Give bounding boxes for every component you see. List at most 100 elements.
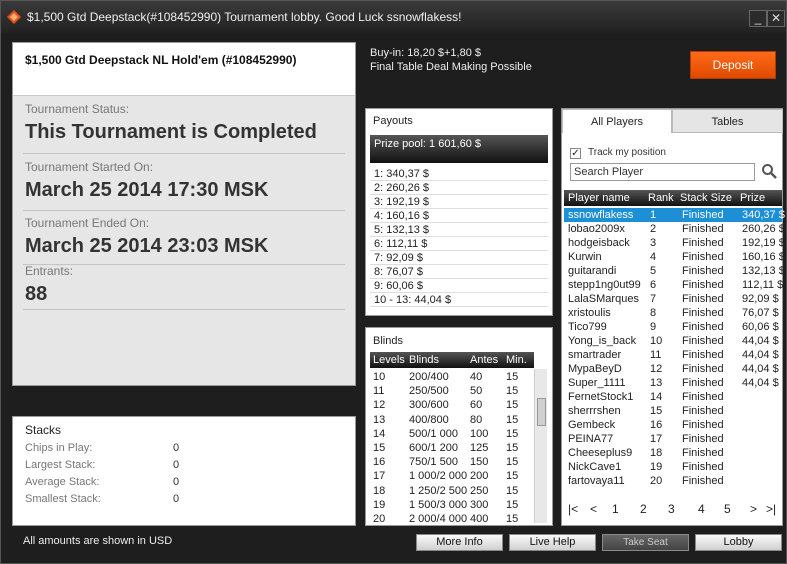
player-row[interactable]: MypaBeyD 12 Finished 44,04 $ [564,362,782,376]
min-cell: 15 [506,513,519,525]
col-rank[interactable]: Rank [648,190,674,206]
next-page-icon[interactable]: > [750,502,757,516]
blinds-cell: 400/800 [409,413,449,426]
player-name-cell: fartovaya11 [568,475,625,487]
player-row[interactable]: Kurwin 4 Finished 160,16 $ [564,250,785,264]
antes-cell: 400 [470,513,489,525]
players-header: Player name Rank Stack Size Prize [564,190,782,206]
col-prize[interactable]: Prize [740,190,765,206]
min-cell: 15 [506,498,519,511]
col-min[interactable]: Min. [506,352,527,368]
stack-cell: Finished [682,363,724,375]
col-levels[interactable]: Levels [373,352,405,368]
rank-cell: 14 [650,391,663,403]
page-4[interactable]: 4 [698,502,705,516]
rank-cell: 5 [650,265,657,277]
min-cell: 15 [506,413,519,426]
blinds-cell: 200/400 [409,371,449,383]
min-cell: 15 [506,385,519,398]
level-cell: 16 [373,456,386,469]
player-row[interactable]: NickCave1 19 Finished [564,460,782,474]
take-seat-button[interactable]: Take Seat [602,534,689,551]
close-button[interactable]: ✕ [767,10,785,27]
prize-cell: 340,37 $ [742,209,785,221]
live-help-button[interactable]: Live Help [509,534,596,551]
search-icon[interactable] [761,163,777,179]
tournament-lobby-window: $1,500 Gtd Deepstack(#108452990) Tournam… [0,0,787,564]
scroll-thumb[interactable] [537,398,546,426]
col-blinds[interactable]: Blinds [409,352,439,368]
track-position-checkbox[interactable]: ✓ [570,148,581,159]
blinds-scrollbar[interactable] [534,369,547,523]
divider [23,153,345,154]
blinds-row: 16 750/1 500 150 15 [370,455,534,469]
prize-cell: 44,04 $ [742,335,779,347]
stack-cell: Finished [682,391,724,403]
player-row[interactable]: FernetStock1 14 Finished [564,390,782,404]
player-name-cell: PEINA77 [568,433,614,445]
level-cell: 10 [373,371,386,383]
player-row[interactable]: fartovaya11 20 Finished [564,474,782,488]
player-row[interactable]: guitarandi 5 Finished 132,13 $ [564,264,785,278]
last-page-icon[interactable]: >| [766,502,776,516]
lobby-button[interactable]: Lobby [695,534,782,551]
stack-cell: Finished [682,349,724,361]
minimize-button[interactable]: _ [749,10,767,27]
blinds-cell: 500/1 000 [409,427,458,440]
rank-cell: 4 [650,251,657,263]
stack-cell: Finished [682,447,724,459]
player-row[interactable]: Gembeck 16 Finished [564,418,782,432]
player-row[interactable]: PEINA77 17 Finished [564,432,782,446]
stack-cell: Finished [682,223,724,235]
tab-all-players[interactable]: All Players [562,109,672,133]
player-row[interactable]: Super_1111 13 Finished 44,04 $ [564,376,782,390]
player-row[interactable]: smartrader 11 Finished 44,04 $ [564,348,782,362]
player-name-cell: stepp1ng0ut99 [568,279,641,291]
player-row[interactable]: LalaSMarques 7 Finished 92,09 $ [564,292,782,306]
rank-cell: 9 [650,321,657,333]
col-antes[interactable]: Antes [470,352,498,368]
smallest-stack-value: 0 [173,493,180,505]
player-row[interactable]: ssnowflakess 1 Finished 340,37 $ [564,208,785,222]
level-cell: 19 [373,498,386,511]
player-row[interactable]: Tico799 9 Finished 60,06 $ [564,320,782,334]
deposit-button[interactable]: Deposit [690,51,776,79]
started-value: March 25 2014 17:30 MSK [25,179,269,201]
col-player-name[interactable]: Player name [568,190,630,206]
first-page-icon[interactable]: |< [568,502,578,516]
blinds-panel: Blinds Levels Blinds Antes Min. 10 200/40… [365,327,553,526]
pokerstars-logo-icon [7,10,21,24]
page-2[interactable]: 2 [640,502,647,516]
player-row[interactable]: lobao2009x 2 Finished 260,26 $ [564,222,785,236]
player-name-cell: Tico799 [568,321,607,333]
player-row[interactable]: Cheeseplus9 18 Finished [564,446,782,460]
blinds-cell: 750/1 500 [409,456,458,469]
level-cell: 14 [373,427,386,440]
min-cell: 15 [506,399,519,412]
tournament-name: $1,500 Gtd Deepstack NL Hold'em (#108452… [25,53,297,67]
prev-page-icon[interactable]: < [590,502,597,516]
player-row[interactable]: xristoulis 8 Finished 76,07 $ [564,306,782,320]
payout-row: 9: 60,06 $ [370,279,548,293]
smallest-stack-label: Smallest Stack: [25,493,101,505]
page-5[interactable]: 5 [724,502,731,516]
currency-note: All amounts are shown in USD [23,535,173,547]
player-row[interactable]: stepp1ng0ut99 6 Finished 112,11 $ [564,278,783,292]
search-player-input[interactable]: Search Player [570,163,755,181]
tab-tables[interactable]: Tables [672,109,783,133]
more-info-button[interactable]: More Info [416,534,503,551]
level-cell: 15 [373,442,386,454]
col-stack-size[interactable]: Stack Size [680,190,732,206]
player-row[interactable]: hodgeisback 3 Finished 192,19 $ [564,236,785,250]
player-row[interactable]: sherrrshen 15 Finished [564,404,782,418]
player-row[interactable]: Yong_is_back 10 Finished 44,04 $ [564,334,782,348]
ended-label: Tournament Ended On: [25,216,150,230]
page-3[interactable]: 3 [668,502,675,516]
level-cell: 18 [373,484,386,497]
title-bar: $1,500 Gtd Deepstack(#108452990) Tournam… [1,1,786,33]
page-1[interactable]: 1 [612,502,619,516]
player-name-cell: xristoulis [568,307,611,319]
prize-pool: Prize pool: 1 601,60 $ [370,135,548,163]
prize-cell: 60,06 $ [742,321,779,333]
min-cell: 15 [506,456,519,469]
